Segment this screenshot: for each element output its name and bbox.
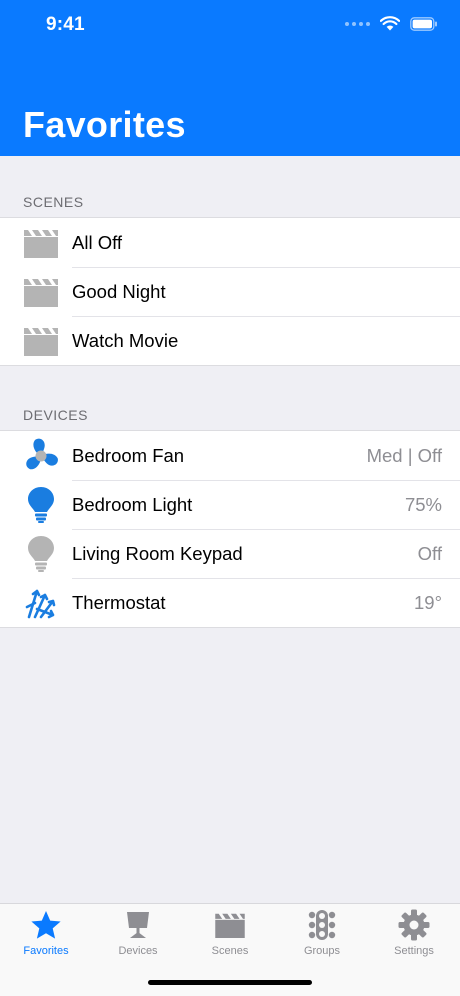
tab-favorites[interactable]: Favorites	[0, 908, 92, 964]
device-status: Off	[417, 542, 442, 564]
device-row-bedroom-fan[interactable]: Bedroom Fan Med | Off	[0, 431, 460, 480]
lightbulb-on-icon	[22, 486, 60, 524]
device-label: Bedroom Fan	[72, 444, 185, 466]
device-row-bedroom-light[interactable]: Bedroom Light 75%	[0, 480, 460, 529]
tab-devices[interactable]: Devices	[92, 908, 184, 964]
tab-label: Groups	[303, 945, 341, 957]
wifi-icon	[380, 16, 400, 31]
app-screen: 9:41 Favorites SCENES All Off Good Night…	[0, 0, 460, 996]
devices-list: Bedroom Fan Med | Off Bedroom Light 75%	[0, 430, 460, 628]
tab-groups[interactable]: Groups	[276, 908, 368, 964]
tab-label: Favorites	[23, 945, 69, 957]
tab-label: Scenes	[211, 945, 249, 957]
gear-icon	[396, 908, 432, 942]
device-row-thermostat[interactable]: Thermostat 19°	[0, 578, 460, 627]
scenes-section-header: SCENES	[23, 194, 84, 210]
lightbulb-off-icon	[22, 535, 60, 573]
clapperboard-icon	[22, 273, 60, 311]
scene-row-watch-movie[interactable]: Watch Movie	[0, 316, 460, 365]
snowflake-icon	[22, 584, 60, 622]
cellular-signal-icon	[345, 21, 370, 26]
star-icon	[28, 908, 64, 942]
tab-settings[interactable]: Settings	[368, 908, 460, 964]
home-indicator	[148, 980, 312, 985]
status-time: 9:41	[46, 14, 85, 35]
dots-grid-icon	[304, 908, 340, 942]
device-status: 75%	[404, 493, 442, 515]
clapperboard-icon	[212, 908, 248, 942]
scene-label: Good Night	[72, 280, 166, 302]
device-status: 19°	[414, 591, 442, 613]
clapperboard-icon	[22, 322, 60, 360]
tab-scenes[interactable]: Scenes	[184, 908, 276, 964]
device-label: Living Room Keypad	[72, 542, 243, 564]
navigation-header: 9:41 Favorites	[0, 0, 460, 156]
lamp-icon	[120, 908, 156, 942]
scenes-list: All Off Good Night Watch Movie	[0, 217, 460, 366]
status-indicators	[345, 16, 438, 31]
clapperboard-icon	[22, 224, 60, 262]
tab-label: Settings	[394, 945, 434, 957]
tab-label: Devices	[118, 945, 158, 957]
scene-row-good-night[interactable]: Good Night	[0, 267, 460, 316]
scene-row-all-off[interactable]: All Off	[0, 218, 460, 267]
scene-label: Watch Movie	[72, 329, 179, 351]
scene-label: All Off	[72, 231, 123, 253]
battery-icon	[410, 16, 437, 31]
devices-section-header: DEVICES	[23, 407, 88, 423]
device-row-living-room-keypad[interactable]: Living Room Keypad Off	[0, 529, 460, 578]
device-label: Thermostat	[72, 591, 166, 613]
page-title: Favorites	[23, 104, 186, 145]
device-status: Med | Off	[366, 444, 442, 466]
device-label: Bedroom Light	[72, 493, 193, 515]
fan-icon	[22, 437, 60, 475]
